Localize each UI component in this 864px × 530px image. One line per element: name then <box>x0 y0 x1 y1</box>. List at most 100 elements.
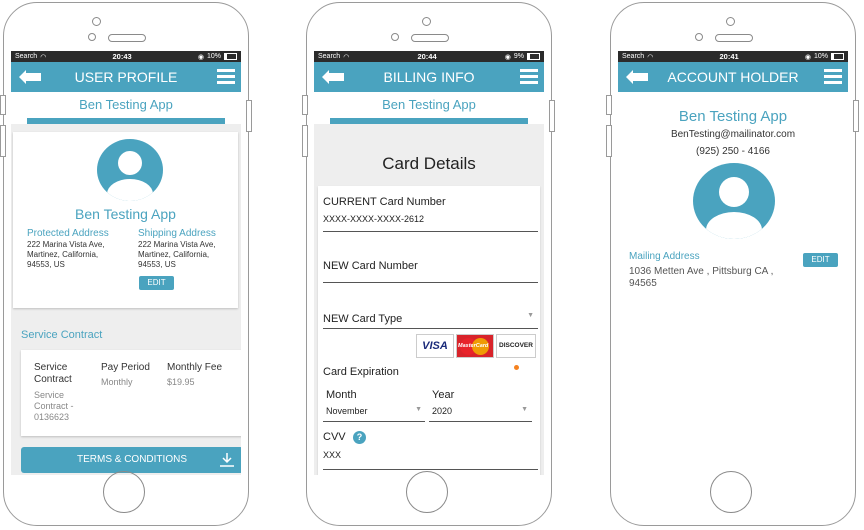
back-icon[interactable] <box>19 70 41 84</box>
side-button <box>0 125 6 157</box>
month-value: November <box>326 406 368 416</box>
home-button[interactable] <box>710 471 752 513</box>
year-label: Year <box>432 389 455 401</box>
edit-button[interactable]: EDIT <box>803 253 838 267</box>
speaker-dot <box>422 17 431 26</box>
year-underline <box>429 421 532 422</box>
profile-card: Ben Testing App Protected Address 222 Ma… <box>13 132 238 308</box>
lock-icon: ◉ <box>804 53 811 61</box>
shipping-address: 222 Marina Vista Ave, Martinez, Californ… <box>138 240 216 269</box>
card-type-underline <box>323 328 538 329</box>
carrier: Search <box>15 53 38 60</box>
speaker <box>411 34 449 42</box>
protected-address-label: Protected Address <box>27 228 109 239</box>
monthly-fee-value: $19.95 <box>167 377 195 387</box>
status-time: 20:44 <box>417 52 437 61</box>
pay-period-value: Monthly <box>101 377 133 387</box>
chevron-down-icon: ▼ <box>521 406 528 413</box>
phone-billing-info: Search ◠ 20:44 ◉ 9% BILLING INFO Ben Testi… <box>306 2 552 526</box>
back-icon[interactable] <box>626 70 648 84</box>
page-title: ACCOUNT HOLDER <box>667 69 799 85</box>
terms-label: TERMS & CONDITIONS <box>76 454 187 465</box>
battery-icon <box>527 53 540 60</box>
help-icon[interactable]: ? <box>353 431 366 444</box>
protected-address: 222 Marina Vista Ave, Martinez, Californ… <box>27 240 105 269</box>
camera-icon <box>88 33 96 41</box>
terms-button[interactable]: TERMS & CONDITIONS <box>21 447 241 473</box>
month-underline <box>323 421 425 422</box>
screen: Search ◠ 20:41 ◉ 10% ACCOUNT HOLDER Ben Te… <box>618 51 848 475</box>
carrier: Search <box>318 53 341 60</box>
speaker <box>715 34 753 42</box>
battery-icon <box>830 53 844 60</box>
side-button <box>302 125 308 157</box>
shipping-address-label: Shipping Address <box>138 228 216 239</box>
month-label: Month <box>326 389 357 401</box>
chevron-down-icon: ▼ <box>527 312 534 319</box>
screen: Search ◠ 20:44 ◉ 9% BILLING INFO Ben Testi… <box>314 51 544 475</box>
account-email: BenTesting@mailinator.com <box>670 129 796 140</box>
side-button <box>853 100 859 132</box>
mastercard-logo: MasterCard <box>456 334 494 358</box>
status-time: 20:41 <box>719 52 739 61</box>
wifi-icon: ◠ <box>647 53 654 61</box>
side-button <box>549 100 555 132</box>
mailing-address: 1036 Metten Ave , Pittsburg CA , 94565 <box>629 266 774 289</box>
phone-user-profile: Search ◠ 20:43 ◉ 10% USER PROFILE Ben Test… <box>3 2 249 526</box>
card-expiration-label: Card Expiration <box>323 366 399 378</box>
avatar-icon <box>693 163 775 239</box>
billing-area: Card Details CURRENT Card Number XXXX-XX… <box>314 124 544 475</box>
new-card-type-select[interactable]: NEW Card Type ▼ <box>323 310 538 328</box>
current-card-label: CURRENT Card Number <box>323 196 446 208</box>
side-button <box>0 95 6 115</box>
phone-account-holder: Search ◠ 20:41 ◉ 10% ACCOUNT HOLDER Ben Te… <box>610 2 856 526</box>
camera-icon <box>695 33 703 41</box>
cvv-value[interactable]: XXX <box>323 450 341 460</box>
new-card-label: NEW Card Number <box>323 260 418 272</box>
profile-card-area: Ben Testing App Protected Address 222 Ma… <box>11 124 241 475</box>
new-card-type-label: NEW Card Type <box>323 313 403 325</box>
service-contract-card: Service Contract Service Contract - 0136… <box>21 350 241 436</box>
battery-icon <box>223 53 237 60</box>
profile-name: Ben Testing App <box>75 206 176 222</box>
lock-icon: ◉ <box>504 53 511 61</box>
visa-logo: VISA <box>416 334 454 358</box>
mailing-address-label: Mailing Address <box>629 251 700 262</box>
side-button <box>246 100 252 132</box>
side-button <box>606 125 612 157</box>
top-bar: USER PROFILE <box>11 62 241 92</box>
current-card-underline <box>323 231 538 232</box>
home-button[interactable] <box>406 471 448 513</box>
contract-label: Service Contract <box>34 362 72 385</box>
new-card-number-field[interactable]: NEW Card Number <box>323 256 538 284</box>
edit-button[interactable]: EDIT <box>139 276 174 290</box>
speaker-dot <box>92 17 101 26</box>
chevron-down-icon: ▼ <box>415 406 422 413</box>
service-contract-heading: Service Contract <box>21 329 103 341</box>
speaker <box>108 34 146 42</box>
battery-percent: 9% <box>513 53 524 60</box>
status-bar: Search ◠ 20:43 ◉ 10% <box>11 51 241 62</box>
avatar-icon <box>97 139 163 201</box>
wifi-icon: ◠ <box>343 53 350 61</box>
year-value: 2020 <box>432 406 453 416</box>
status-bar: Search ◠ 20:44 ◉ 9% <box>314 51 544 62</box>
home-button[interactable] <box>103 471 145 513</box>
battery-percent: 10% <box>813 53 828 60</box>
hamburger-menu-icon[interactable] <box>824 69 842 85</box>
camera-icon <box>391 33 399 41</box>
download-icon <box>220 453 234 467</box>
side-button <box>302 95 308 115</box>
new-card-underline <box>323 282 538 283</box>
app-name: Ben Testing App <box>678 108 788 125</box>
hamburger-menu-icon[interactable] <box>520 69 538 85</box>
hamburger-menu-icon[interactable] <box>217 69 235 85</box>
year-select[interactable]: 2020 ▼ <box>432 404 532 420</box>
pay-period-label: Pay Period <box>101 362 150 373</box>
month-select[interactable]: November ▼ <box>326 404 426 420</box>
back-icon[interactable] <box>322 70 344 84</box>
carrier: Search <box>622 53 645 60</box>
page-title: USER PROFILE <box>74 69 178 85</box>
current-card-value: XXXX-XXXX-XXXX-2612 <box>323 214 425 224</box>
card-form: CURRENT Card Number XXXX-XXXX-XXXX-2612 … <box>318 186 540 475</box>
